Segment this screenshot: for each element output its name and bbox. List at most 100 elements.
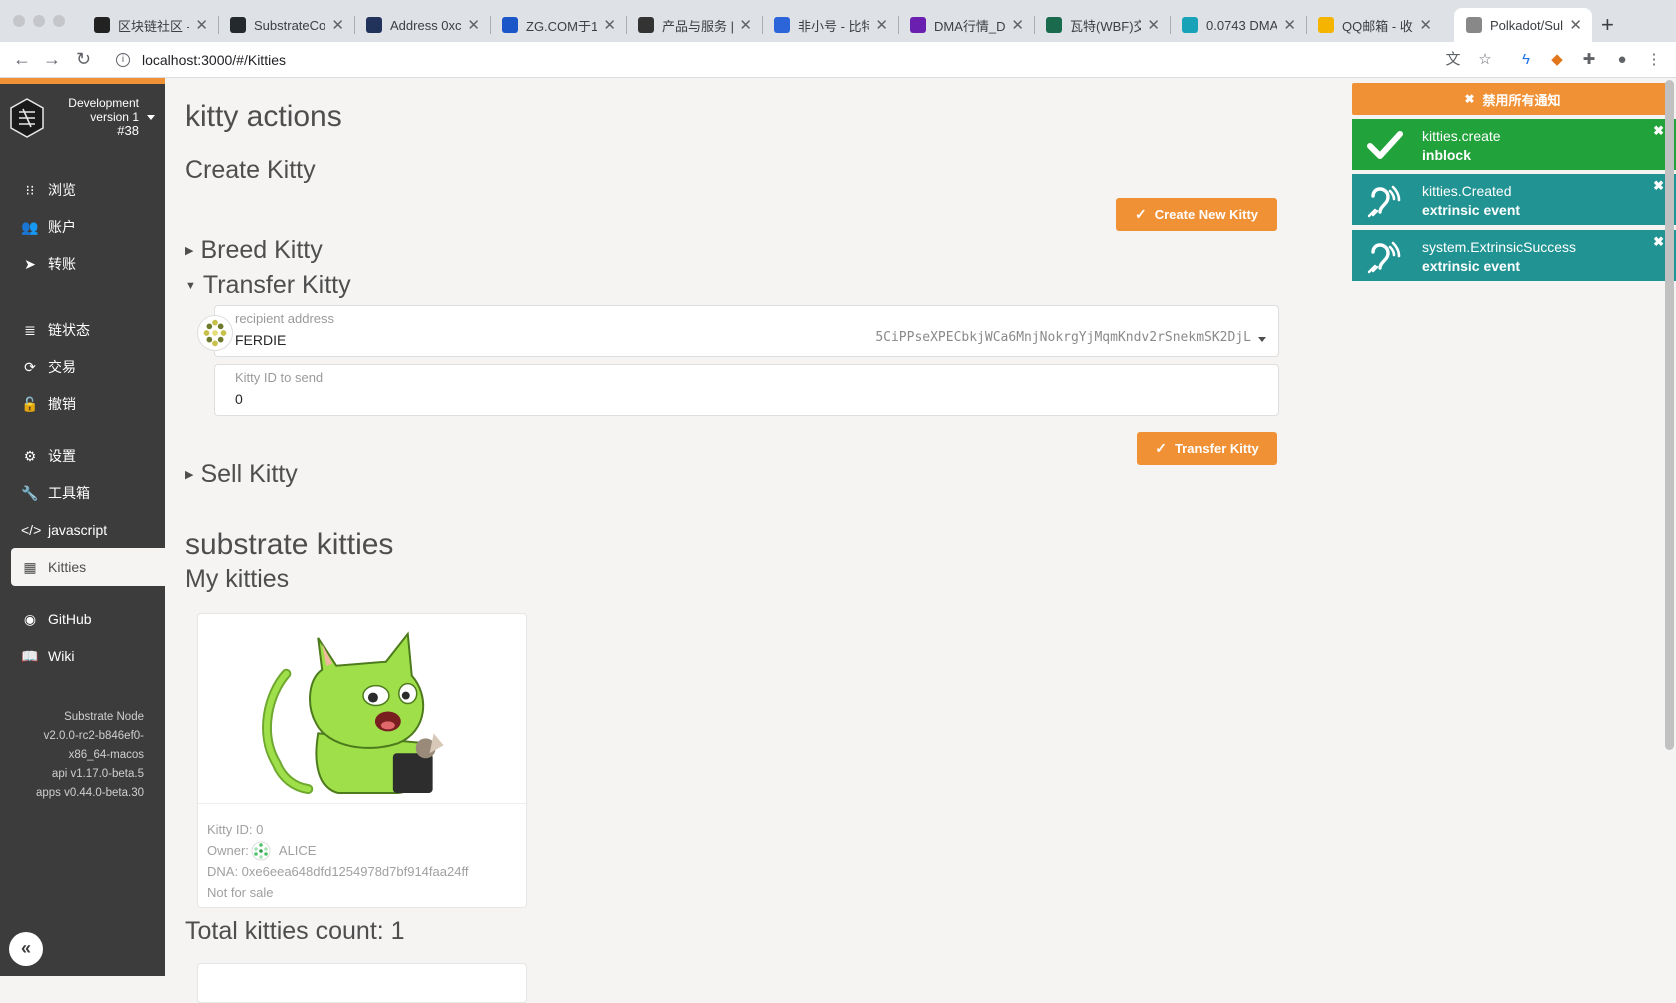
sidebar-accent-bar xyxy=(0,78,165,84)
notification-status: inblock xyxy=(1422,147,1472,163)
sidebar-item-wiki[interactable]: 📖 Wiki xyxy=(11,637,165,675)
browser-tab[interactable]: 产品与服务 | ✕ xyxy=(626,8,762,42)
translate-icon[interactable]: 文 xyxy=(1444,51,1462,69)
browser-tab[interactable]: Address 0xc ✕ xyxy=(354,8,490,42)
profile-avatar-icon[interactable]: ● xyxy=(1613,51,1631,69)
tab-close-icon[interactable]: ✕ xyxy=(1011,16,1024,34)
sidebar-item-transfer[interactable]: ➤ 转账 xyxy=(11,245,165,283)
sidebar-item-toolbox[interactable]: 🔧 工具箱 xyxy=(11,474,165,512)
tab-close-icon[interactable]: ✕ xyxy=(331,16,344,34)
sidebar-item-explorer[interactable]: ⁝⁝ 浏览 xyxy=(11,171,165,209)
tab-close-icon[interactable]: ✕ xyxy=(739,16,752,34)
kitty-card[interactable] xyxy=(197,963,527,1003)
sidebar-item-settings[interactable]: ⚙ 设置 xyxy=(11,437,165,475)
substrate-kitties-heading: substrate kitties xyxy=(185,528,394,561)
chevron-down-icon[interactable] xyxy=(147,115,155,120)
recipient-address-dropdown[interactable]: recipient address FERDIE 5CiPPseXPECbkjW… xyxy=(214,305,1279,357)
browser-menu-icon[interactable]: ⋮ xyxy=(1645,51,1663,69)
sidebar-item-label: 转账 xyxy=(48,256,76,272)
site-info-icon[interactable]: i xyxy=(116,53,130,67)
transfer-kitty-button[interactable]: ✓ Transfer Kitty xyxy=(1137,432,1277,465)
window-minimize-dot[interactable] xyxy=(33,15,45,27)
book-icon: 📖 xyxy=(21,647,39,664)
page-scrollbar[interactable] xyxy=(1665,80,1674,750)
browser-tab[interactable]: SubstrateCo ✕ xyxy=(218,8,354,42)
forward-icon[interactable]: → xyxy=(43,49,61,70)
browser-tab[interactable]: QQ邮箱 - 收 ✕ xyxy=(1306,8,1442,42)
sidebar-item-accounts[interactable]: 👥 账户 xyxy=(11,208,165,246)
address-bar[interactable]: i localhost:3000/#/Kitties xyxy=(116,48,286,72)
caret-right-icon: ▶ xyxy=(185,469,194,481)
check-icon: ✓ xyxy=(1134,206,1147,222)
tab-close-icon[interactable]: ✕ xyxy=(1569,16,1582,34)
window-zoom-dot[interactable] xyxy=(53,15,65,27)
back-icon[interactable]: ← xyxy=(13,49,31,70)
extensions-puzzle-icon[interactable]: ✚ xyxy=(1580,51,1598,69)
browser-tab[interactable]: 瓦特(WBF)交 ✕ xyxy=(1034,8,1170,42)
check-icon xyxy=(1367,131,1403,159)
reload-icon[interactable]: ↻ xyxy=(76,49,91,70)
kitty-id-input[interactable]: Kitty ID to send 0 xyxy=(214,364,1279,416)
browser-tab[interactable]: 区块链社区 - ✕ xyxy=(82,8,218,42)
recipient-identicon-icon xyxy=(197,315,233,351)
notification-item: kitties.Created extrinsic event ✖ xyxy=(1352,174,1676,225)
notification-item: kitties.create inblock ✖ xyxy=(1352,119,1676,170)
close-icon[interactable]: ✖ xyxy=(1653,178,1664,194)
recipient-account-name: FERDIE xyxy=(235,332,287,348)
tab-close-icon[interactable]: ✕ xyxy=(1147,16,1160,34)
create-new-kitty-button[interactable]: ✓ Create New Kitty xyxy=(1116,198,1277,231)
tab-close-icon[interactable]: ✕ xyxy=(603,16,616,34)
sidebar-item-label: Kitties xyxy=(48,559,87,575)
browser-tab-strip: 区块链社区 - ✕ SubstrateCo ✕ Address 0xc ✕ ZG.C… xyxy=(0,0,1676,42)
close-icon[interactable]: ✖ xyxy=(1653,123,1664,139)
tab-close-icon[interactable]: ✕ xyxy=(195,16,208,34)
tab-close-icon[interactable]: ✕ xyxy=(1283,16,1296,34)
wrench-icon: 🔧 xyxy=(21,484,39,501)
tab-favicon-icon xyxy=(230,17,246,33)
browser-tab[interactable]: 0.0743 DMA ✕ xyxy=(1170,8,1306,42)
close-icon: ✖ xyxy=(1464,92,1475,106)
tab-favicon-icon xyxy=(502,17,518,33)
unlock-icon: 🔓 xyxy=(21,395,39,412)
sidebar-item-label: javascript xyxy=(48,522,108,538)
sidebar-item-kitties[interactable]: ▦ Kitties xyxy=(11,548,165,586)
window-close-dot[interactable] xyxy=(13,15,25,27)
chevron-down-icon[interactable] xyxy=(1258,337,1266,342)
kitty-dna-text: DNA: 0xe6eea648dfd1254978d7bf914faa24ff xyxy=(207,864,469,879)
sidebar-item-chainstate[interactable]: ≣ 链状态 xyxy=(11,311,165,349)
caret-right-icon: ▶ xyxy=(185,245,194,257)
chain-selector[interactable]: Development version 1 #38 xyxy=(68,96,139,138)
close-icon[interactable]: ✖ xyxy=(1653,234,1664,250)
new-tab-button[interactable]: + xyxy=(1601,12,1614,38)
bookmark-star-icon[interactable]: ☆ xyxy=(1476,51,1494,69)
sidebar-item-javascript[interactable]: </> javascript xyxy=(11,511,165,549)
tab-favicon-icon xyxy=(638,17,654,33)
tab-close-icon[interactable]: ✕ xyxy=(467,16,480,34)
dismiss-all-notifications-button[interactable]: ✖ 禁用所有通知 xyxy=(1352,83,1673,115)
sell-kitty-toggle[interactable]: ▶ Sell Kitty xyxy=(185,460,298,489)
sidebar-item-sudo[interactable]: 🔓 撤销 xyxy=(11,385,165,423)
tab-close-icon[interactable]: ✕ xyxy=(1419,16,1432,34)
sidebar-item-extrinsics[interactable]: ⟳ 交易 xyxy=(11,348,165,386)
kitty-card[interactable]: Kitty ID: 0 Owner: ALICE DNA: 0xe6eea648… xyxy=(197,613,528,908)
notification-item: system.ExtrinsicSuccess extrinsic event … xyxy=(1352,230,1676,281)
tab-close-icon[interactable]: ✕ xyxy=(875,16,888,34)
assistive-listening-icon xyxy=(1367,185,1401,218)
send-icon: ➤ xyxy=(24,255,36,272)
kitty-owner-name: ALICE xyxy=(278,843,317,858)
tab-favicon-icon xyxy=(94,17,110,33)
sidebar-item-label: 撤销 xyxy=(48,396,76,412)
sidebar-item-github[interactable]: ◉ GitHub xyxy=(11,600,165,638)
browser-tab[interactable]: ZG.COM于12✕ xyxy=(490,8,626,42)
substrate-logo-icon[interactable] xyxy=(9,98,45,138)
transfer-kitty-toggle[interactable]: ▼ Transfer Kitty xyxy=(185,271,351,300)
kitty-owner-row: Owner: ALICE xyxy=(207,840,468,861)
browser-tab[interactable]: DMA行情_DM✕ xyxy=(898,8,1034,42)
browser-tab[interactable]: 非小号 - 比特 ✕ xyxy=(762,8,898,42)
metamask-fox-icon[interactable]: ◆ xyxy=(1548,51,1566,69)
browser-tab-active[interactable]: Polkadot/Sul ✕ xyxy=(1454,8,1592,42)
bolt-extension-icon[interactable]: ϟ xyxy=(1517,51,1535,69)
collapse-sidebar-button[interactable]: « xyxy=(9,932,43,966)
breed-kitty-toggle[interactable]: ▶ Breed Kitty xyxy=(185,236,323,265)
notification-text: kitties.create inblock xyxy=(1422,127,1501,165)
